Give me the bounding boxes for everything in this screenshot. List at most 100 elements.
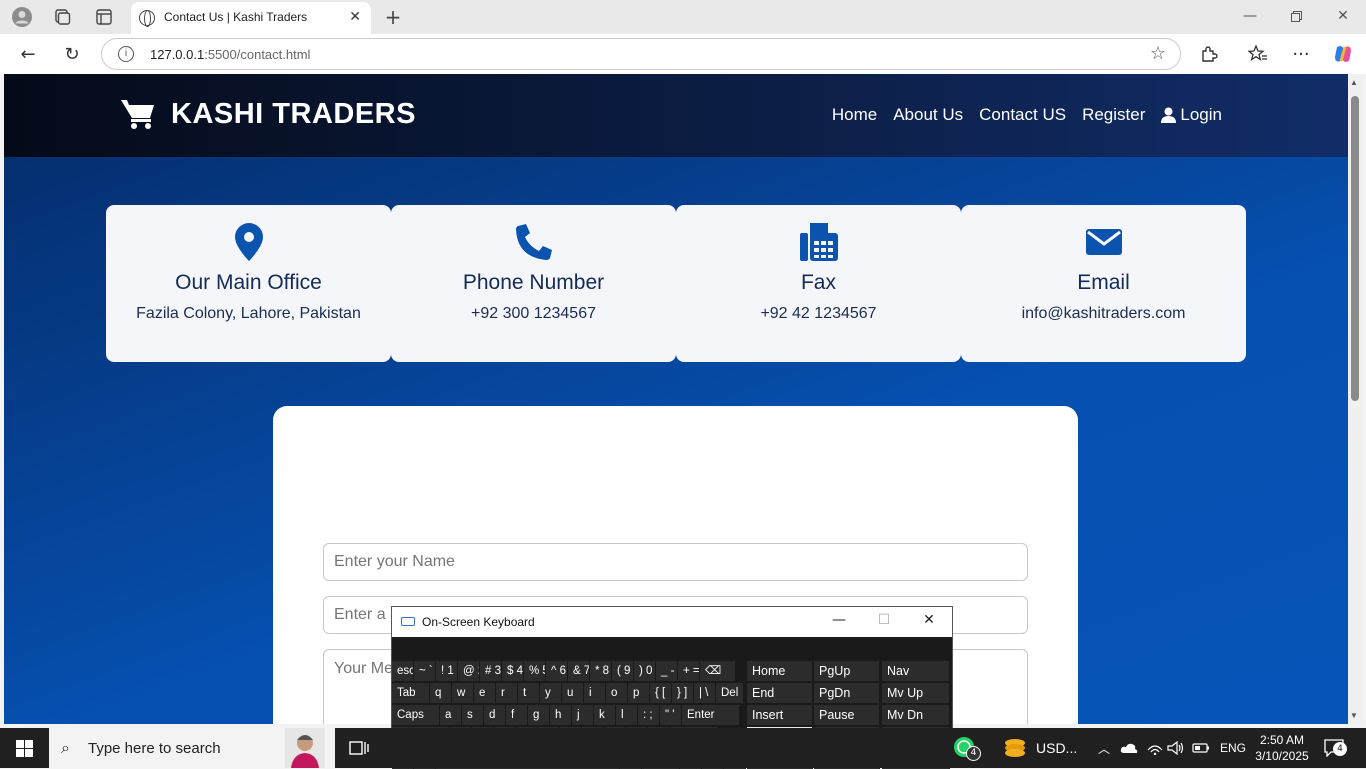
osk-key[interactable]: } ] — [672, 683, 694, 703]
osk-key[interactable]: ( 9 — [612, 661, 634, 681]
battery-icon[interactable] — [1192, 728, 1210, 768]
extensions-icon[interactable] — [1198, 43, 1220, 65]
nav-home[interactable]: Home — [832, 105, 877, 125]
profile-icon[interactable] — [11, 6, 33, 28]
osk-key[interactable]: + = — [678, 661, 700, 681]
osk-key[interactable]: # 3 — [480, 661, 502, 681]
osk-key[interactable]: k — [594, 705, 616, 725]
osk-side-key[interactable]: End — [747, 683, 813, 703]
osk-key[interactable]: ) 0 — [634, 661, 656, 681]
osk-key[interactable]: ! 1 — [436, 661, 458, 681]
osk-key[interactable]: " ' — [660, 705, 682, 725]
scroll-down-icon[interactable]: ▼ — [1350, 711, 1358, 720]
osk-key[interactable]: t — [518, 683, 540, 703]
osk-key[interactable]: j — [572, 705, 594, 725]
osk-key[interactable]: | \ — [694, 683, 716, 703]
osk-key[interactable]: e — [474, 683, 496, 703]
osk-key[interactable]: w — [452, 683, 474, 703]
tab-actions-icon[interactable] — [93, 6, 115, 28]
osk-side-key[interactable]: Pause — [814, 705, 880, 725]
site-brand[interactable]: KASHI TRADERS — [171, 98, 416, 131]
osk-key[interactable]: d — [484, 705, 506, 725]
refresh-icon[interactable]: ↻ — [61, 43, 83, 65]
language-indicator[interactable]: ENG — [1220, 728, 1246, 768]
osk-maximize-icon[interactable]: ☐ — [874, 612, 894, 632]
page-scrollbar[interactable]: ▲ ▼ — [1348, 74, 1362, 724]
osk-key[interactable]: p — [628, 683, 650, 703]
volume-icon[interactable] — [1167, 728, 1185, 768]
workspaces-icon[interactable] — [51, 6, 73, 28]
osk-side-key[interactable]: PgUp — [814, 661, 880, 681]
nav-login[interactable]: Login — [1161, 105, 1222, 125]
name-field[interactable] — [323, 543, 1028, 581]
task-view-icon[interactable] — [349, 728, 369, 768]
nav-contact[interactable]: Contact US — [979, 105, 1066, 125]
osk-key[interactable]: Del — [716, 683, 744, 703]
clock[interactable]: 2:50 AM 3/10/2025 — [1252, 728, 1312, 768]
osk-key[interactable]: _ - — [656, 661, 678, 681]
site-info-icon[interactable]: i — [118, 46, 134, 62]
tab-contact[interactable]: Contact Us | Kashi Traders ✕ — [131, 2, 371, 34]
osk-key[interactable]: g — [528, 705, 550, 725]
osk-side-key[interactable]: Mv Up — [882, 683, 950, 703]
minimize-icon[interactable]: — — [1240, 6, 1260, 26]
osk-titlebar[interactable]: On-Screen Keyboard — ☐ ✕ — [392, 607, 952, 637]
whatsapp-icon[interactable]: 4 — [952, 728, 981, 768]
new-tab-icon[interactable]: + — [382, 5, 404, 29]
favorite-star-icon[interactable]: ☆ — [1150, 43, 1166, 64]
osk-key[interactable]: a — [440, 705, 462, 725]
osk-key[interactable]: Tab — [392, 683, 430, 703]
osk-key[interactable]: Enter — [682, 705, 740, 725]
favorites-icon[interactable] — [1247, 43, 1269, 65]
osk-side-key[interactable]: Home — [747, 661, 813, 681]
osk-key[interactable]: Caps — [392, 705, 440, 725]
nav-about[interactable]: About Us — [893, 105, 963, 125]
backspace-key-icon[interactable]: ⌫ — [700, 661, 736, 681]
stock-widget[interactable]: USD... — [1002, 728, 1077, 768]
osk-key[interactable]: y — [540, 683, 562, 703]
osk-key[interactable]: q — [430, 683, 452, 703]
restore-icon[interactable] — [1286, 6, 1306, 26]
osk-key[interactable]: l — [616, 705, 638, 725]
osk-minimize-icon[interactable]: — — [829, 612, 849, 632]
close-window-icon[interactable]: ✕ — [1333, 6, 1353, 26]
osk-key[interactable]: h — [550, 705, 572, 725]
osk-key[interactable]: r — [496, 683, 518, 703]
osk-key[interactable]: i — [584, 683, 606, 703]
nav-register[interactable]: Register — [1082, 105, 1145, 125]
osk-key[interactable]: esc — [392, 661, 414, 681]
osk-key[interactable]: * 8 — [590, 661, 612, 681]
show-hidden-icons-icon[interactable]: ︿ — [1098, 728, 1110, 768]
osk-key[interactable]: % 5 — [524, 661, 546, 681]
osk-close-icon[interactable]: ✕ — [919, 612, 939, 632]
osk-side-key[interactable]: Nav — [882, 661, 950, 681]
osk-key[interactable]: { [ — [650, 683, 672, 703]
onedrive-icon[interactable] — [1120, 728, 1138, 768]
wifi-icon[interactable] — [1146, 728, 1164, 768]
osk-key[interactable]: o — [606, 683, 628, 703]
taskbar-search[interactable]: ⌕ Type here to search — [49, 728, 335, 768]
osk-key[interactable]: f — [506, 705, 528, 725]
osk-key[interactable]: s — [462, 705, 484, 725]
osk-key[interactable]: ~ ` — [414, 661, 436, 681]
osk-side-key[interactable]: Mv Dn — [882, 705, 950, 725]
copilot-icon[interactable] — [1332, 43, 1354, 65]
osk-key[interactable]: @ 2 — [458, 661, 480, 681]
search-highlight-image[interactable] — [285, 728, 325, 768]
back-icon[interactable]: ← — [17, 43, 39, 65]
osk-key[interactable]: : ; — [638, 705, 660, 725]
osk-key[interactable]: & 7 — [568, 661, 590, 681]
osk-key[interactable]: $ 4 — [502, 661, 524, 681]
start-button[interactable] — [0, 728, 48, 768]
scrollbar-thumb[interactable] — [1351, 96, 1359, 401]
osk-key[interactable]: ^ 6 — [546, 661, 568, 681]
globe-icon — [139, 10, 155, 27]
osk-side-key[interactable]: Insert — [747, 705, 813, 725]
scroll-up-icon[interactable]: ▲ — [1350, 78, 1358, 87]
more-menu-icon[interactable]: ··· — [1290, 43, 1312, 65]
osk-key[interactable]: u — [562, 683, 584, 703]
url-input[interactable]: i 127.0.0.1:5500/contact.html ☆ — [101, 38, 1181, 70]
notifications-icon[interactable]: 4 — [1324, 728, 1347, 768]
close-tab-icon[interactable]: ✕ — [349, 9, 361, 25]
osk-side-key[interactable]: PgDn — [814, 683, 880, 703]
